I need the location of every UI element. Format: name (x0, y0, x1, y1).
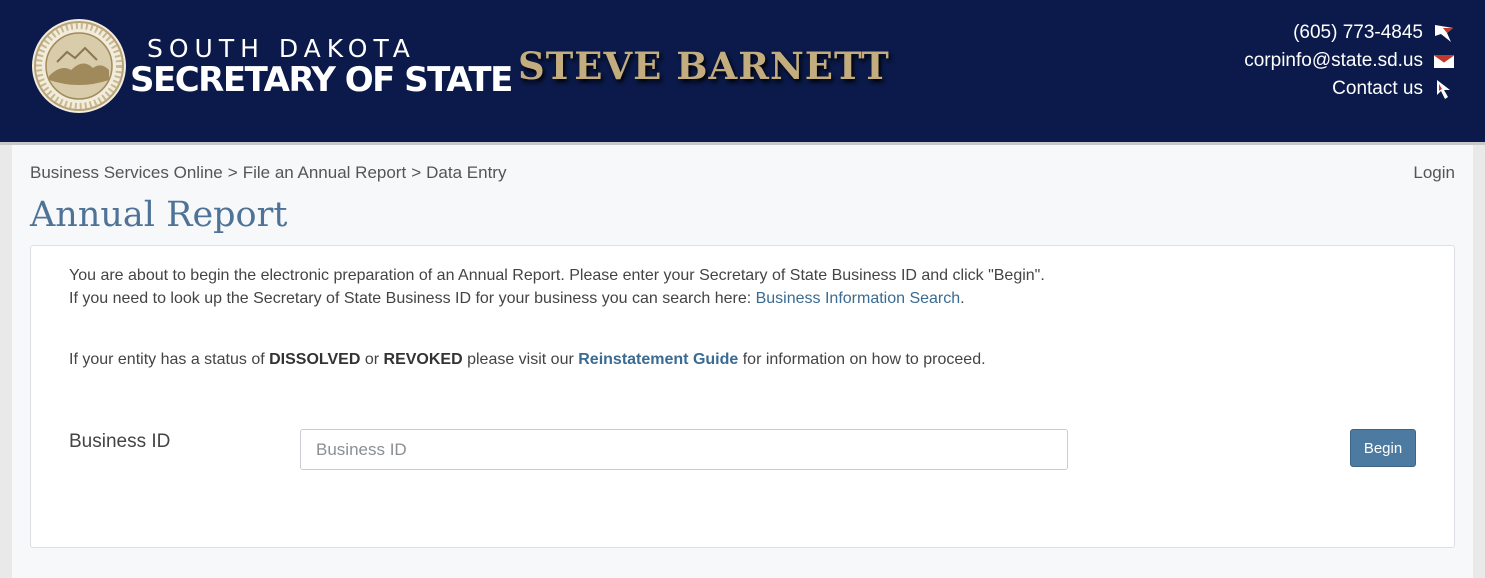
brand-line-south-dakota[interactable]: SOUTH DAKOTA (147, 34, 416, 63)
page-title: Annual Report (30, 195, 288, 235)
intro-line-2-text: If you need to look up the Secretary of … (69, 289, 756, 307)
status-note-suffix: for information on how to proceed. (738, 351, 986, 368)
status-note-or: or (360, 351, 384, 368)
business-id-label: Business ID (69, 431, 171, 452)
status-dissolved: DISSOLVED (269, 351, 361, 368)
breadcrumb-separator: > (411, 163, 422, 182)
login-link[interactable]: Login (1413, 163, 1455, 183)
breadcrumb-separator: > (227, 163, 238, 182)
contact-block: (605) 773-4845 corpinfo@state.sd.us Cont… (1244, 19, 1455, 103)
intro-line-2: If you need to look up the Secretary of … (69, 288, 1045, 311)
breadcrumb-item-data-entry: Data Entry (426, 163, 507, 182)
contact-email-link[interactable]: corpinfo@state.sd.us (1244, 47, 1455, 75)
contact-phone-link[interactable]: (605) 773-4845 (1244, 19, 1455, 47)
contact-us-text: Contact us (1332, 78, 1423, 99)
brand-line-secretary-of-state[interactable]: SECRETARY OF STATE (130, 60, 513, 100)
site-header: SOUTH DAKOTA SECRETARY OF STATE STEVE BA… (0, 0, 1485, 145)
reinstatement-guide-link[interactable]: Reinstatement Guide (578, 351, 738, 368)
status-note-prefix: If your entity has a status of (69, 351, 270, 368)
status-note: If your entity has a status of DISSOLVED… (69, 351, 986, 369)
phone-icon (1435, 25, 1453, 42)
contact-us-link[interactable]: Contact us (1244, 75, 1455, 103)
intro-line-2-suffix: . (960, 289, 965, 307)
intro-text: You are about to begin the electronic pr… (69, 265, 1045, 310)
breadcrumb: Business Services Online > File an Annual … (30, 163, 506, 183)
begin-button[interactable]: Begin (1350, 429, 1416, 467)
business-information-search-link[interactable]: Business Information Search (756, 290, 961, 307)
status-note-before-link: please visit our (462, 351, 579, 368)
envelope-icon (1433, 54, 1455, 68)
annual-report-panel: You are about to begin the electronic pr… (30, 245, 1455, 548)
official-name: STEVE BARNETT (518, 44, 890, 88)
intro-line-1: You are about to begin the electronic pr… (69, 267, 1045, 284)
contact-email-text: corpinfo@state.sd.us (1244, 50, 1423, 71)
contact-phone-text: (605) 773-4845 (1293, 22, 1423, 43)
page-content: Business Services Online > File an Annual … (12, 145, 1473, 578)
state-seal-icon[interactable] (31, 18, 127, 114)
status-revoked: REVOKED (383, 351, 463, 368)
business-id-input[interactable] (300, 429, 1068, 470)
cursor-icon (1437, 80, 1450, 99)
breadcrumb-item-file-annual-report[interactable]: File an Annual Report (243, 163, 407, 182)
breadcrumb-item-business-services[interactable]: Business Services Online (30, 163, 223, 182)
